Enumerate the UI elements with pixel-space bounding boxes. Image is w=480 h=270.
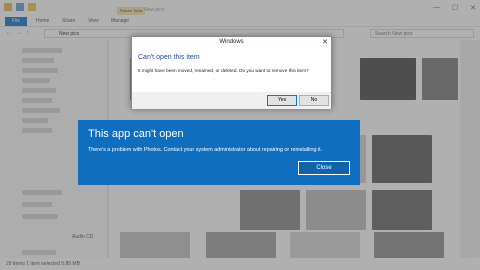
close-button[interactable]: Close <box>298 161 350 175</box>
banner-title: This app can't open <box>88 128 184 140</box>
dialog-message: It might have been moved, renamed, or de… <box>138 68 309 73</box>
no-button[interactable]: No <box>299 95 329 106</box>
yes-button[interactable]: Yes <box>267 95 297 106</box>
banner-message: There's a problem with Photos. Contact y… <box>88 147 323 153</box>
dialog-caption: Windows <box>132 37 331 48</box>
dialog-footer: Yes No <box>132 92 331 109</box>
dialog-heading: Can't open this item <box>138 54 200 61</box>
cant-open-item-dialog: Windows ✕ Can't open this item It might … <box>131 36 332 109</box>
dialog-close-icon[interactable]: ✕ <box>322 37 328 48</box>
app-error-banner: This app can't open There's a problem wi… <box>78 120 360 185</box>
